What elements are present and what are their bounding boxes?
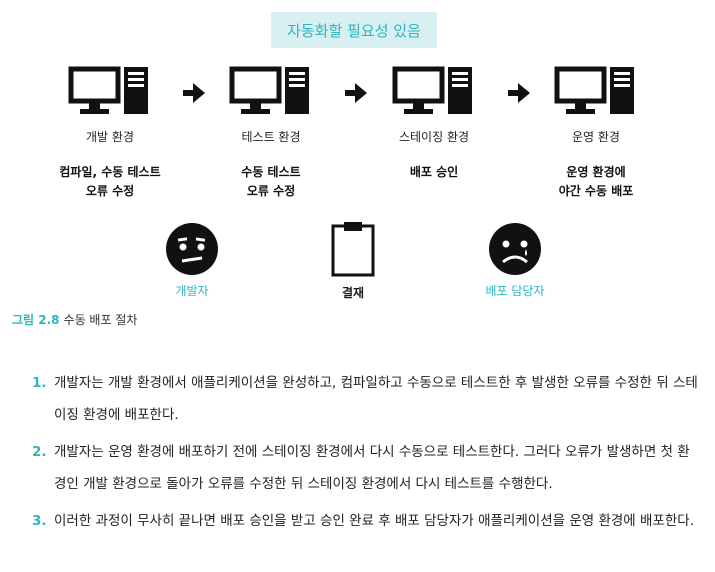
figure-number: 그림 2.8 [12, 313, 60, 327]
env-description: 운영 환경에 야간 수동 배포 [558, 165, 634, 198]
clipboard-icon [331, 222, 375, 277]
list-item: 1. 개발자는 개발 환경에서 애플리케이션을 완성하고, 컴파일하고 수동으로… [32, 367, 702, 431]
step-number: 2. [32, 444, 47, 460]
actor-label: 배포 담당자 [485, 284, 545, 298]
env-label: 운영 환경 [572, 130, 620, 144]
env-description: 컴파일, 수동 테스트 오류 수정 [59, 165, 161, 198]
steps-list: 1. 개발자는 개발 환경에서 애플리케이션을 완성하고, 컴파일하고 수동으로… [32, 367, 702, 542]
actor-developer: 개발자 [147, 222, 237, 299]
env-development: 개발 환경 컴파일, 수동 테스트 오류 수정 [45, 66, 175, 201]
step-text: 개발자는 개발 환경에서 애플리케이션을 완성하고, 컴파일하고 수동으로 테스… [54, 375, 698, 423]
arrow-right-icon [345, 83, 367, 103]
env-staging: 스테이징 환경 배포 승인 [369, 66, 499, 182]
step-number: 3. [32, 513, 47, 529]
env-description: 배포 승인 [409, 165, 459, 179]
env-label: 스테이징 환경 [398, 130, 470, 144]
step-text: 개발자는 운영 환경에 배포하기 전에 스테이징 환경에서 다시 수동으로 테스… [54, 444, 690, 492]
neutral-face-icon [166, 223, 218, 275]
arrow-right-icon [508, 83, 530, 103]
actor-approval: 결재 [308, 220, 398, 301]
sad-face-icon [489, 223, 541, 275]
env-test: 테스트 환경 수동 테스트 오류 수정 [206, 66, 336, 201]
list-item: 3. 이러한 과정이 무사히 끝나면 배포 승인을 받고 승인 완료 후 배포 … [32, 505, 702, 537]
computer-icon [68, 66, 148, 114]
figure-title: 수동 배포 절차 [63, 313, 138, 327]
list-item: 2. 개발자는 운영 환경에 배포하기 전에 스테이징 환경에서 다시 수동으로… [32, 436, 702, 500]
env-production: 운영 환경 운영 환경에 야간 수동 배포 [531, 66, 661, 201]
computer-icon [554, 66, 634, 114]
step-text: 이러한 과정이 무사히 끝나면 배포 승인을 받고 승인 완료 후 배포 담당자… [54, 513, 694, 529]
actor-deployer: 배포 담당자 [470, 222, 560, 299]
automation-needed-banner: 자동화할 필요성 있음 [271, 12, 437, 48]
env-description: 수동 테스트 오류 수정 [241, 165, 301, 198]
env-label: 테스트 환경 [241, 130, 301, 144]
computer-icon [392, 66, 472, 114]
actor-label: 개발자 [175, 284, 209, 298]
computer-icon [229, 66, 309, 114]
arrow-right-icon [183, 83, 205, 103]
actor-label: 결재 [341, 286, 365, 300]
figure-caption: 그림 2.8 수동 배포 절차 [12, 311, 137, 328]
step-number: 1. [32, 375, 47, 391]
env-label: 개발 환경 [86, 130, 134, 144]
